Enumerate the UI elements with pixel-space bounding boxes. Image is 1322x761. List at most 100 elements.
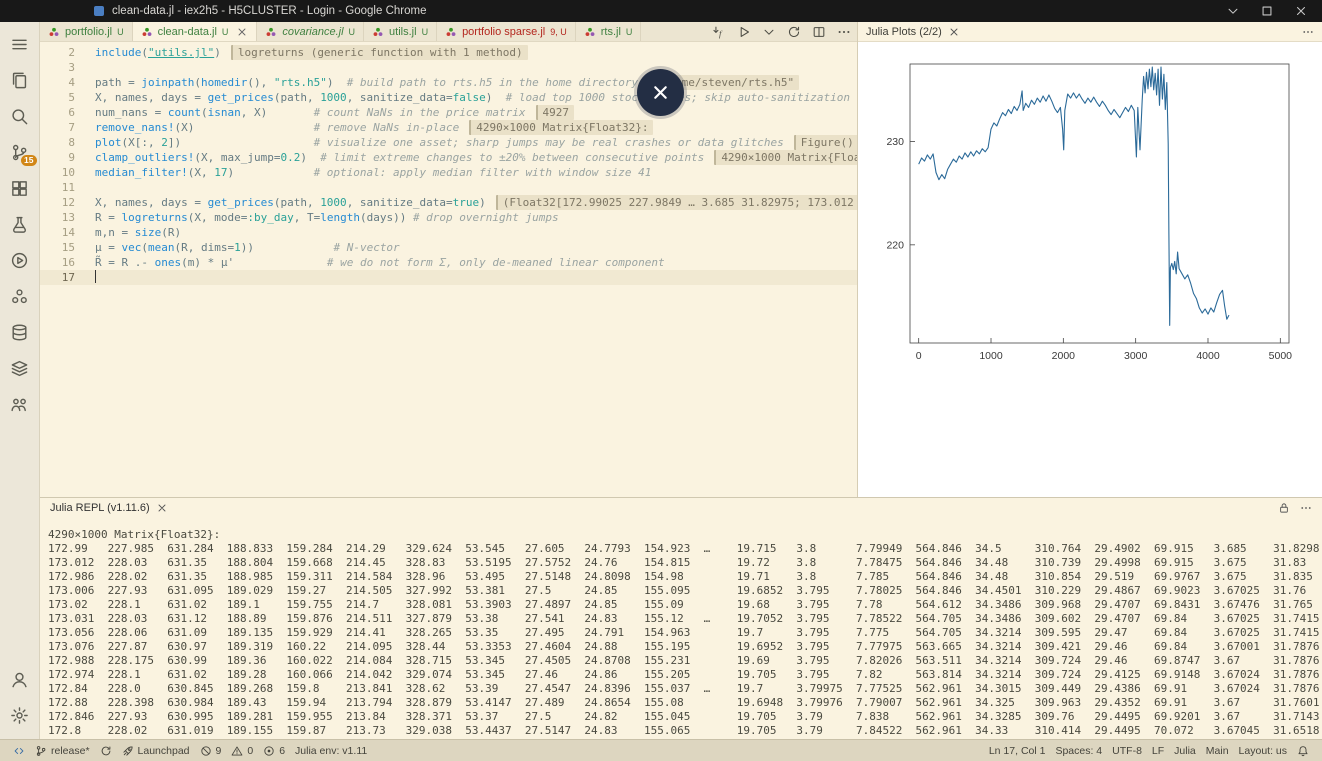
svg-text:3000: 3000 — [1124, 350, 1148, 362]
code-token: # remove NaNs in-place — [194, 121, 459, 134]
status-encoding[interactable]: UTF-8 — [1107, 740, 1147, 761]
code-token: ( — [141, 46, 148, 59]
code-token: 1000 — [320, 91, 347, 104]
code-token: # drop overnight jumps — [413, 211, 559, 224]
close-window[interactable] — [1294, 4, 1308, 18]
tab-portfolio-sparse-jl[interactable]: portfolio sparse.jl9, U — [437, 22, 576, 41]
activity-source-control[interactable]: 15 — [0, 134, 40, 170]
status-label: Ln 17, Col 1 — [989, 745, 1046, 757]
code-token: μ — [95, 241, 108, 254]
code-editor[interactable]: 2include("utils.jl")logreturns (generic … — [40, 42, 857, 497]
code-token: (R) — [161, 226, 181, 239]
status-julia-module[interactable]: Main — [1201, 740, 1234, 761]
status-sync-changes[interactable] — [95, 740, 117, 761]
tab-covariance-jl[interactable]: covariance.jlU — [257, 22, 364, 41]
activity-layers[interactable] — [0, 350, 40, 386]
activity-testing[interactable] — [0, 206, 40, 242]
activity-menu[interactable] — [0, 26, 40, 62]
tab-clean-data-jl[interactable]: clean-data.jlU — [133, 22, 258, 41]
status-julia-env[interactable]: Julia env: v1.11 — [290, 740, 372, 761]
activity-database[interactable] — [0, 314, 40, 350]
tab-portfolio-jl[interactable]: portfolio.jlU — [40, 22, 133, 41]
line-number: 13 — [40, 210, 86, 225]
repl-tab[interactable]: Julia REPL (v1.11.6) — [50, 502, 168, 514]
code-token: "utils.jl" — [148, 46, 214, 59]
repl-line: 173.012 228.03 631.35 188.804 159.668 21… — [48, 556, 1322, 570]
close-icon[interactable] — [948, 26, 960, 38]
julia-file-icon — [141, 26, 153, 38]
status-notifications[interactable] — [1292, 740, 1314, 761]
line-number: 16 — [40, 255, 86, 270]
repl-line: 172.8 228.02 631.019 189.155 159.87 213.… — [48, 724, 1322, 738]
code-token: ( — [201, 106, 208, 119]
status-language-mode[interactable]: Julia — [1169, 740, 1201, 761]
favicon — [94, 6, 104, 16]
tab-label: utils.jl — [389, 26, 417, 38]
line-number: 7 — [40, 120, 86, 135]
activity-explorer[interactable] — [0, 62, 40, 98]
repl-line: 172.974 228.1 631.02 189.28 160.066 214.… — [48, 668, 1322, 682]
activity-run-debug[interactable] — [0, 242, 40, 278]
activity-extensions[interactable] — [0, 170, 40, 206]
tab-rts-jl[interactable]: rts.jlU — [576, 22, 642, 41]
code-token: ( — [194, 76, 201, 89]
code-token: X, names, days — [95, 196, 194, 209]
org-icon — [10, 395, 29, 414]
status-keyboard-layout[interactable]: Layout: us — [1234, 740, 1292, 761]
code-token: # limit extreme changes to ±20% between … — [307, 151, 704, 164]
close-icon[interactable] — [156, 502, 168, 514]
maximize-icon — [1260, 4, 1274, 18]
code-line: 17 — [40, 270, 857, 285]
app-window: clean-data.jl - iex2h5 - H5CLUSTER - Log… — [0, 0, 1322, 761]
code-token: , sanitize_data — [347, 196, 446, 209]
status-indentation[interactable]: Spaces: 4 — [1050, 740, 1107, 761]
status-git-branch[interactable]: release* — [30, 740, 95, 761]
activity-organization[interactable] — [0, 386, 40, 422]
lock-icon[interactable] — [1278, 502, 1290, 514]
plots-canvas: 010002000300040005000220230 — [858, 42, 1322, 497]
status-cursor-position[interactable]: Ln 17, Col 1 — [984, 740, 1051, 761]
activity-search[interactable] — [0, 98, 40, 134]
plots-tab-label[interactable]: Julia Plots (2/2) — [866, 26, 942, 38]
code-token: include — [95, 46, 141, 59]
code-token: remove_nans! — [95, 121, 174, 134]
code-token: homedir — [201, 76, 247, 89]
tab-search[interactable] — [1226, 4, 1240, 18]
code-line: 7remove_nans!(X) # remove NaNs in-place4… — [40, 120, 857, 135]
code-token: (X[:, — [122, 136, 162, 149]
plots-panel-header: Julia Plots (2/2) — [858, 22, 1322, 42]
code-line: 4path = joinpath(homedir(), "rts.h5") # … — [40, 75, 857, 90]
close-overlay-button[interactable] — [637, 69, 684, 116]
status-problems-warnings[interactable]: 0 — [226, 740, 258, 761]
activity-settings[interactable] — [0, 697, 40, 733]
close-icon — [1294, 4, 1308, 18]
warning-icon — [231, 745, 243, 757]
status-label: Julia env: v1.11 — [295, 745, 367, 757]
close-icon[interactable] — [236, 26, 248, 38]
status-problems-errors[interactable]: 9 — [195, 740, 227, 761]
more-icon[interactable] — [1300, 502, 1312, 514]
tab-label: portfolio sparse.jl — [462, 26, 545, 38]
status-eol[interactable]: LF — [1147, 740, 1169, 761]
code-token: path — [95, 76, 128, 89]
more-actions-icon[interactable] — [1302, 26, 1314, 38]
inline-result: Figure() — [794, 135, 857, 150]
remote-icon — [13, 745, 25, 757]
maximize[interactable] — [1260, 4, 1274, 18]
code-token: (X, mode — [188, 211, 241, 224]
code-line: 12X, names, days = get_prices(path, 1000… — [40, 195, 857, 210]
activity-julia[interactable] — [0, 278, 40, 314]
code-token: = — [155, 106, 168, 119]
gear-icon — [10, 706, 29, 725]
repl-output[interactable]: 4290×1000 Matrix{Float32}:172.99 227.985… — [40, 518, 1322, 739]
status-launchpad[interactable]: Launchpad — [117, 740, 195, 761]
tab-utils-jl[interactable]: utils.jlU — [364, 22, 437, 41]
status-remote-indicator[interactable] — [8, 740, 30, 761]
tab-label: portfolio.jl — [65, 26, 112, 38]
code-line: 6num_nans = count(isnan, X) # count NaNs… — [40, 105, 857, 120]
line-number: 8 — [40, 135, 86, 150]
activity-account[interactable] — [0, 661, 40, 697]
repl-panel: Julia REPL (v1.11.6) 4290×1000 Matrix{Fl… — [40, 497, 1322, 739]
repl-line: 172.988 228.175 630.99 189.36 160.022 21… — [48, 654, 1322, 668]
status-ports[interactable]: 6 — [258, 740, 290, 761]
